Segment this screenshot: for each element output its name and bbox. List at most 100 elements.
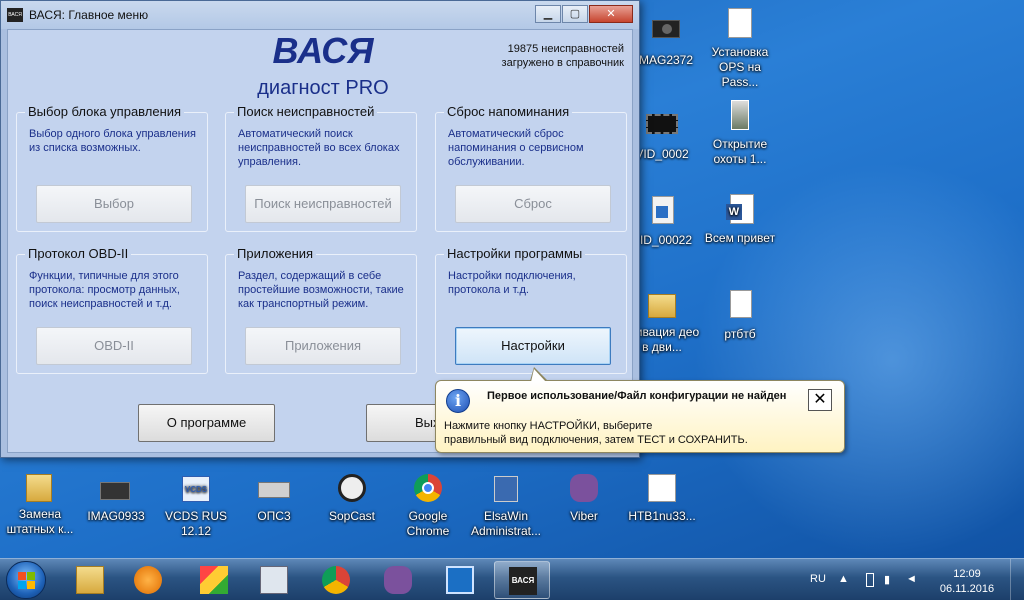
balloon-text: Нажмите кнопку НАСТРОЙКИ, выберите прави… xyxy=(444,419,748,447)
group-applications: Приложения Раздел, содержащий в себе про… xyxy=(225,246,417,374)
taskbar-viber[interactable] xyxy=(370,561,426,599)
fault-count-info: 19875 неисправностей загружено в справоч… xyxy=(444,42,624,70)
group-settings: Настройки программы Настройки подключени… xyxy=(435,246,627,374)
clock[interactable]: 12:09 06.11.2016 xyxy=(932,567,1002,597)
folder-icon xyxy=(644,288,680,322)
settings-button[interactable]: Настройки xyxy=(455,327,611,365)
ops-icon xyxy=(256,472,292,506)
windows-logo-icon xyxy=(18,572,36,590)
elsawin-icon xyxy=(488,472,524,506)
desktop-icon-elsawin[interactable]: ElsaWin Administrat... xyxy=(466,472,546,539)
chevron-up-icon[interactable]: ▲ xyxy=(838,573,850,587)
brand-sub: диагност PRO xyxy=(257,77,389,99)
desktop-icon-word-doc[interactable]: W Всем привет xyxy=(700,194,780,246)
close-window-button[interactable]: ✕ xyxy=(589,5,633,23)
desktop-icon-chrome[interactable]: Google Chrome xyxy=(388,472,468,539)
audio-file-icon xyxy=(644,196,680,230)
balloon-line2: правильный вид подключения, затем ТЕСТ и… xyxy=(444,434,748,446)
image-icon xyxy=(644,472,680,506)
group-description: Выбор одного блока управления из списка … xyxy=(29,128,196,154)
taskbar-media-player[interactable] xyxy=(120,561,176,599)
balloon-line1: Нажмите кнопку НАСТРОЙКИ, выберите xyxy=(444,420,653,432)
group-title: Выбор блока управления xyxy=(25,104,185,119)
group-fault-search: Поиск неисправностей Автоматический поис… xyxy=(225,104,417,232)
group-obd2: Протокол OBD-II Функции, типичные для эт… xyxy=(16,246,208,374)
word-icon: W xyxy=(722,194,758,228)
taskbar-vasya[interactable]: ВАСЯ xyxy=(494,561,550,599)
taskbar: ВАСЯ RU ▲ ▮ ◄ 12:09 06.11.2016 xyxy=(0,558,1024,600)
file-explorer-icon xyxy=(76,566,104,594)
group-description: Настройки подключения, протокола и т.д. xyxy=(448,270,576,296)
applications-button[interactable]: Приложения xyxy=(245,327,401,365)
clock-time: 12:09 xyxy=(953,568,981,580)
group-description: Автоматический поиск неисправностей во в… xyxy=(238,128,400,168)
video-icon xyxy=(644,110,680,144)
taskbar-chrome[interactable] xyxy=(308,561,364,599)
vasya-app-icon: ВАСЯ xyxy=(509,567,537,595)
group-description: Раздел, содержащий в себе простейшие воз… xyxy=(238,270,404,310)
camera-icon xyxy=(648,16,684,50)
taskbar-teamviewer[interactable] xyxy=(432,561,488,599)
language-indicator[interactable]: RU xyxy=(810,573,826,585)
viber-icon xyxy=(566,472,602,506)
about-button[interactable]: О программе xyxy=(138,404,275,442)
window-title: ВАСЯ: Главное меню xyxy=(29,8,149,22)
document-icon xyxy=(722,8,758,42)
show-desktop-button[interactable] xyxy=(1010,559,1024,600)
fault-count-line2: загружено в справочник xyxy=(501,57,624,69)
desktop-icon-zamena[interactable]: Замена штатных к... xyxy=(0,470,80,537)
fault-search-button[interactable]: Поиск неисправностей xyxy=(245,185,401,223)
media-player-icon xyxy=(134,566,162,594)
desktop-icon-vcds[interactable]: VCDS VCDS RUS 12.12 xyxy=(156,472,236,539)
clock-date: 06.11.2016 xyxy=(939,583,995,595)
image-icon xyxy=(722,100,758,134)
taskbar-calculator[interactable] xyxy=(246,561,302,599)
desktop-icon-imag0933[interactable]: IMAG0933 xyxy=(76,472,156,524)
group-title: Поиск неисправностей xyxy=(234,104,378,119)
desktop-icon-rtbtb[interactable]: ртбтб xyxy=(700,290,780,342)
select-button[interactable]: Выбор xyxy=(36,185,192,223)
reset-button[interactable]: Сброс xyxy=(455,185,611,223)
minimize-button[interactable]: ▁ xyxy=(535,5,561,23)
paint-icon xyxy=(200,566,228,594)
volume-icon[interactable]: ◄ xyxy=(906,573,918,587)
first-use-balloon: i Первое использование/Файл конфигурации… xyxy=(435,367,845,453)
desktop-icon-htb1nu33[interactable]: HTB1nu33... xyxy=(622,472,702,524)
folder-icon xyxy=(22,470,58,504)
group-select-unit: Выбор блока управления Выбор одного блок… xyxy=(16,104,208,232)
info-icon: i xyxy=(446,389,470,413)
balloon-close-button[interactable]: ✕ xyxy=(808,389,832,411)
vcds-icon: VCDS xyxy=(178,472,214,506)
group-title: Протокол OBD-II xyxy=(25,246,132,261)
desktop-icon-ops3[interactable]: ОПС3 xyxy=(234,472,314,524)
calculator-icon xyxy=(260,566,288,594)
obd2-button[interactable]: OBD-II xyxy=(36,327,192,365)
vasya-app-icon: ВАСЯ xyxy=(7,8,23,22)
maximize-button[interactable]: ▢ xyxy=(562,5,588,23)
text-file-icon xyxy=(722,290,758,324)
balloon-tail-inner xyxy=(531,369,546,382)
group-reset-reminder: Сброс напоминания Автоматический сброс н… xyxy=(435,104,627,232)
desktop-icon-hunting[interactable]: Открытие охоты 1... xyxy=(700,100,780,167)
image-icon xyxy=(98,472,134,506)
teamviewer-icon xyxy=(446,566,474,594)
battery-icon[interactable] xyxy=(866,573,874,587)
group-title: Приложения xyxy=(234,246,317,261)
desktop-icon-ops-install[interactable]: Установка OPS на Pass... xyxy=(700,8,780,90)
taskbar-file-explorer[interactable] xyxy=(62,561,118,599)
desktop-icon-viber[interactable]: Viber xyxy=(544,472,624,524)
fault-count-line1: 19875 неисправностей xyxy=(507,43,624,55)
group-title: Сброс напоминания xyxy=(444,104,573,119)
chrome-icon xyxy=(322,566,350,594)
sopcast-icon xyxy=(334,472,370,506)
chrome-icon xyxy=(410,472,446,506)
viber-icon xyxy=(384,566,412,594)
brand-main: ВАСЯ xyxy=(272,30,374,71)
taskbar-paint[interactable] xyxy=(186,561,242,599)
desktop-icon-sopcast[interactable]: SopCast xyxy=(312,472,392,524)
network-icon[interactable]: ▮ xyxy=(884,573,896,587)
group-description: Автоматический сброс напоминания о серви… xyxy=(448,128,584,168)
brand-logo: ВАСЯ диагност PRO xyxy=(238,30,408,100)
group-description: Функции, типичные для этого протокола: п… xyxy=(29,270,180,310)
start-button[interactable] xyxy=(6,561,46,599)
